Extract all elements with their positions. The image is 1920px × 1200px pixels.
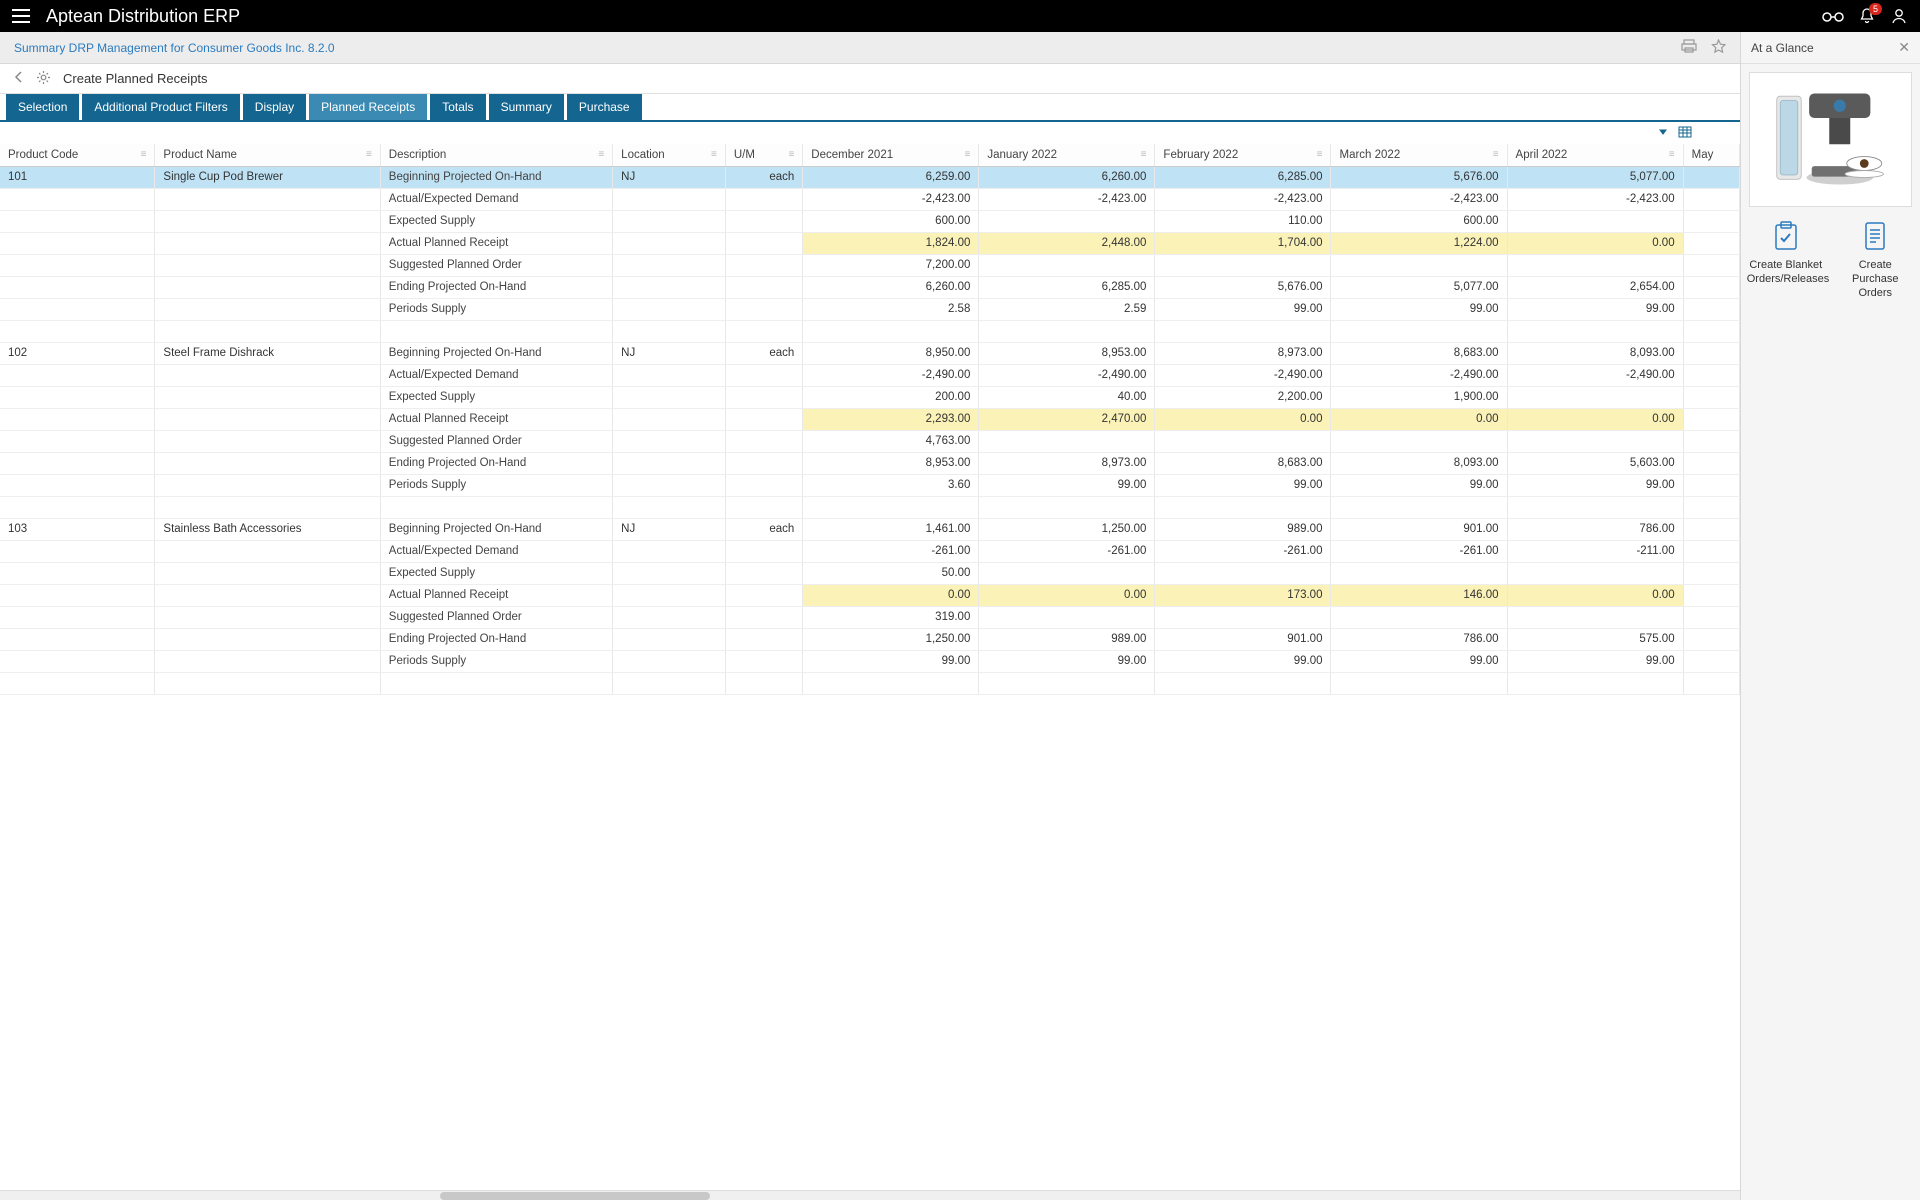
grid-row[interactable]: Expected Supply200.0040.002,200.001,900.… [0, 386, 1740, 408]
tab-summary[interactable]: Summary [489, 94, 564, 120]
grid-row[interactable]: Suggested Planned Order4,763.00 [0, 430, 1740, 452]
print-icon[interactable] [1681, 39, 1697, 57]
grid-row[interactable]: Actual/Expected Demand-2,490.00-2,490.00… [0, 364, 1740, 386]
data-grid[interactable]: Product Code≡Product Name≡Description≡Lo… [0, 144, 1740, 1200]
star-icon[interactable] [1711, 39, 1726, 57]
grid-row[interactable]: Actual/Expected Demand-2,423.00-2,423.00… [0, 188, 1740, 210]
col-description[interactable]: Description≡ [380, 144, 612, 166]
grid-row[interactable]: Suggested Planned Order7,200.00 [0, 254, 1740, 276]
grid-header-row: Product Code≡Product Name≡Description≡Lo… [0, 144, 1740, 166]
col-january-2022[interactable]: January 2022≡ [979, 144, 1155, 166]
bell-icon[interactable]: 5 [1858, 7, 1876, 25]
at-a-glance-panel: At a Glance ✕ Creat [1740, 32, 1920, 1200]
col-location[interactable]: Location≡ [613, 144, 726, 166]
grid-row[interactable]: Periods Supply3.6099.0099.0099.0099.00 [0, 474, 1740, 496]
grid-row[interactable]: Suggested Planned Order319.00 [0, 606, 1740, 628]
glasses-icon[interactable] [1822, 9, 1844, 23]
back-icon[interactable] [14, 70, 24, 87]
grid-row[interactable]: Actual/Expected Demand-261.00-261.00-261… [0, 540, 1740, 562]
col-april-2022[interactable]: April 2022≡ [1507, 144, 1683, 166]
tab-additional-product-filters[interactable]: Additional Product Filters [82, 94, 239, 120]
col-product-name[interactable]: Product Name≡ [155, 144, 380, 166]
grid-toolbar [0, 122, 1740, 144]
col-march-2022[interactable]: March 2022≡ [1331, 144, 1507, 166]
grid-row[interactable]: 103Stainless Bath AccessoriesBeginning P… [0, 518, 1740, 540]
breadcrumb-link[interactable]: Summary DRP Management for Consumer Good… [14, 41, 335, 55]
tab-selection[interactable]: Selection [6, 94, 79, 120]
grid-row[interactable]: Expected Supply600.00110.00600.00 [0, 210, 1740, 232]
grid-row[interactable]: Periods Supply99.0099.0099.0099.0099.00 [0, 650, 1740, 672]
grid-row[interactable]: Actual Planned Receipt2,293.002,470.000.… [0, 408, 1740, 430]
grid-row[interactable]: Periods Supply2.582.5999.0099.0099.00 [0, 298, 1740, 320]
tab-purchase[interactable]: Purchase [567, 94, 642, 120]
col-may[interactable]: May [1683, 144, 1739, 166]
tab-display[interactable]: Display [243, 94, 306, 120]
create-purchase-orders-button[interactable]: Create Purchase Orders [1836, 219, 1914, 300]
top-bar: Aptean Distribution ERP 5 [0, 0, 1920, 32]
sub-header: Create Planned Receipts [0, 64, 1740, 94]
grid-view-icon[interactable] [1678, 126, 1692, 141]
tab-bar: SelectionAdditional Product FiltersDispl… [0, 94, 1740, 122]
action-label: Create Blanket Orders/Releases [1747, 259, 1825, 287]
notification-badge: 5 [1869, 3, 1882, 15]
spacer-row [0, 496, 1740, 518]
grid-row[interactable]: Ending Projected On-Hand8,953.008,973.00… [0, 452, 1740, 474]
filter-dropdown-icon[interactable] [1656, 126, 1670, 141]
product-image [1749, 72, 1912, 207]
horizontal-scrollbar[interactable] [0, 1190, 1740, 1200]
col-february-2022[interactable]: February 2022≡ [1155, 144, 1331, 166]
gear-icon[interactable] [36, 70, 51, 88]
grid-row[interactable]: Actual Planned Receipt1,824.002,448.001,… [0, 232, 1740, 254]
col-product-code[interactable]: Product Code≡ [0, 144, 155, 166]
user-icon[interactable] [1890, 7, 1908, 25]
breadcrumb-bar: Summary DRP Management for Consumer Good… [0, 32, 1740, 64]
col-u-m[interactable]: U/M≡ [725, 144, 802, 166]
grid-row[interactable]: Expected Supply50.00 [0, 562, 1740, 584]
page-title: Create Planned Receipts [63, 71, 208, 86]
action-label: Create Purchase Orders [1836, 259, 1914, 300]
create-blanket-orders-button[interactable]: Create Blanket Orders/Releases [1747, 219, 1825, 300]
grid-row[interactable]: Ending Projected On-Hand6,260.006,285.00… [0, 276, 1740, 298]
app-brand: Aptean Distribution ERP [46, 6, 240, 27]
grid-row[interactable]: 101Single Cup Pod BrewerBeginning Projec… [0, 166, 1740, 188]
grid-row[interactable]: Actual Planned Receipt0.000.00173.00146.… [0, 584, 1740, 606]
spacer-row [0, 672, 1740, 694]
grid-row[interactable]: 102Steel Frame DishrackBeginning Project… [0, 342, 1740, 364]
grid-row[interactable]: Ending Projected On-Hand1,250.00989.0090… [0, 628, 1740, 650]
close-icon[interactable]: ✕ [1898, 39, 1910, 56]
glance-title: At a Glance [1751, 41, 1814, 55]
tab-planned-receipts[interactable]: Planned Receipts [309, 94, 427, 120]
tab-totals[interactable]: Totals [430, 94, 485, 120]
spacer-row [0, 320, 1740, 342]
hamburger-icon[interactable] [12, 9, 30, 23]
col-december-2021[interactable]: December 2021≡ [803, 144, 979, 166]
